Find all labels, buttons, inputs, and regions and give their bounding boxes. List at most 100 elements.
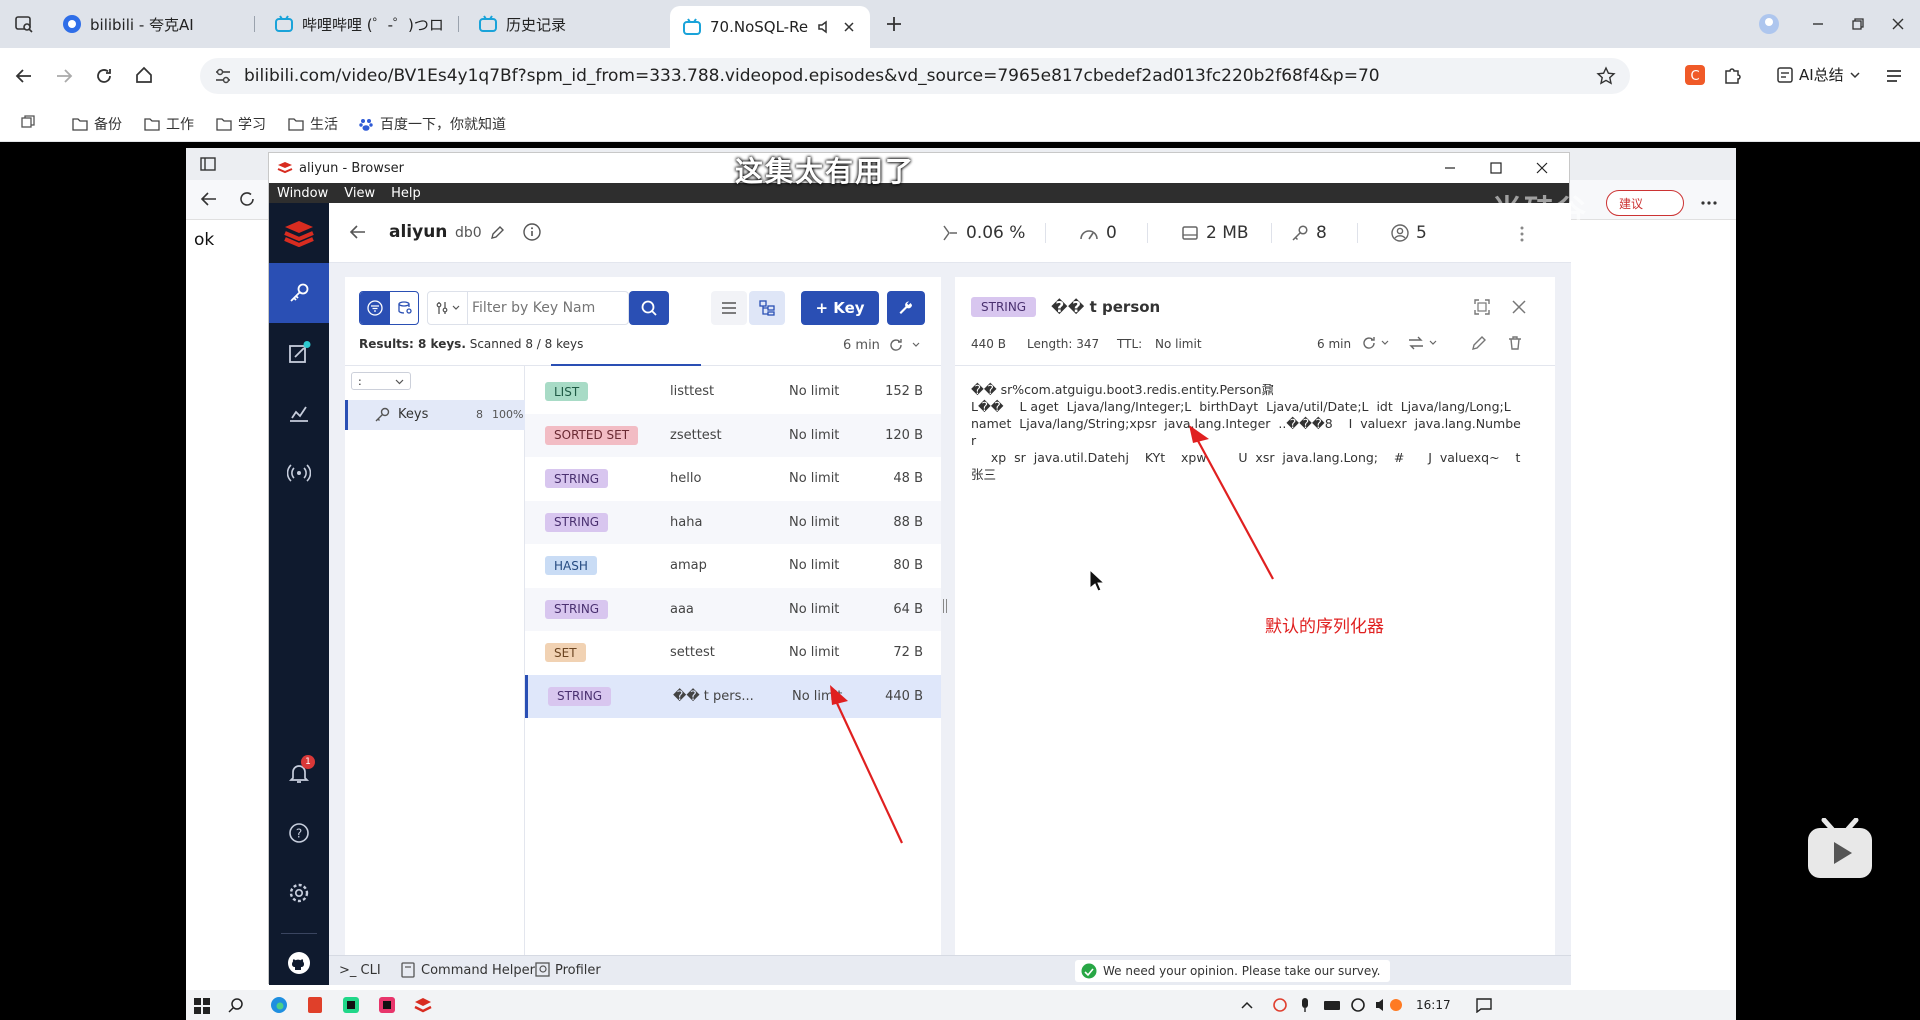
notification-center-icon[interactable] xyxy=(1476,997,1492,1013)
minimize-icon[interactable] xyxy=(1810,16,1826,32)
suggest-button[interactable]: 建议 xyxy=(1606,190,1684,216)
delimiter-select[interactable]: : xyxy=(351,372,411,390)
format-swap-icon[interactable] xyxy=(1407,335,1425,351)
bookmark-study[interactable]: 学习 xyxy=(216,114,266,134)
reload-icon[interactable] xyxy=(94,66,114,86)
back-icon[interactable] xyxy=(14,66,34,86)
chevron-down-icon[interactable] xyxy=(1429,339,1437,347)
tab-bilibili-quark[interactable]: bilibili - 夸克AI xyxy=(50,6,206,42)
close-icon[interactable] xyxy=(842,20,856,34)
menu-view[interactable]: View xyxy=(336,186,383,201)
refresh-control[interactable]: 6 min xyxy=(843,337,920,353)
pycharm-icon[interactable] xyxy=(342,996,360,1014)
tab-nosql-video[interactable]: 70.NoSQL-Re xyxy=(670,6,870,48)
tab-history[interactable]: 历史记录 xyxy=(466,6,578,42)
sidebar-analysis[interactable] xyxy=(269,383,329,443)
reload-icon[interactable] xyxy=(238,190,256,208)
profile-icon[interactable] xyxy=(1758,13,1780,35)
ri-title-bar: aliyun - Browser xyxy=(269,153,1569,183)
tree-node-keys[interactable]: Keys 8 100% xyxy=(345,400,525,430)
idea-icon[interactable] xyxy=(378,996,396,1014)
table-row[interactable]: HASH amap No limit 80 B xyxy=(525,544,941,587)
forward-icon[interactable] xyxy=(54,66,74,86)
search-icon[interactable] xyxy=(228,997,244,1013)
trash-icon[interactable] xyxy=(1507,335,1523,351)
new-tab-icon[interactable] xyxy=(884,14,904,34)
fullscreen-icon[interactable] xyxy=(1473,298,1491,316)
command-helper-button[interactable]: Command Helper xyxy=(421,963,535,978)
back-arrow-icon[interactable] xyxy=(349,223,367,241)
bookmark-life[interactable]: 生活 xyxy=(288,114,338,134)
profiler-button[interactable]: Profiler xyxy=(555,963,601,978)
sidebar-browser[interactable] xyxy=(269,263,329,323)
panel-splitter[interactable] xyxy=(943,599,947,613)
detail-key-name[interactable]: �� t person xyxy=(1051,298,1160,316)
menu-window[interactable]: Window xyxy=(269,186,336,201)
wrench-icon xyxy=(898,300,914,316)
windows-start-icon[interactable] xyxy=(194,998,210,1014)
menu-icon[interactable] xyxy=(1884,66,1904,86)
table-row[interactable]: SORTED SET zsettest No limit 120 B xyxy=(525,413,941,457)
minimize-icon[interactable] xyxy=(1443,161,1457,175)
home-icon[interactable] xyxy=(134,65,154,85)
bookmark-work[interactable]: 工作 xyxy=(144,114,194,134)
key-list-panel: + Key Results: 8 keys. Scanned 8 / 8 key… xyxy=(345,277,941,967)
redis-logo-icon[interactable] xyxy=(269,203,329,263)
bulk-actions-button[interactable] xyxy=(887,291,925,325)
tree-view-button[interactable] xyxy=(749,291,785,325)
extension-c-icon[interactable]: C xyxy=(1684,64,1706,86)
sidebar-settings[interactable] xyxy=(269,863,329,923)
sidebar-toggle-icon[interactable] xyxy=(200,156,216,172)
edge-icon[interactable] xyxy=(270,996,288,1014)
table-row[interactable]: STRING hello No limit 48 B xyxy=(525,457,941,500)
back-icon[interactable] xyxy=(200,190,218,208)
tab-search-icon[interactable] xyxy=(14,14,34,34)
close-icon[interactable] xyxy=(1535,161,1549,175)
site-settings-icon[interactable] xyxy=(214,67,232,85)
close-icon[interactable] xyxy=(1511,299,1527,315)
menu-help[interactable]: Help xyxy=(383,186,429,201)
sidebar-github[interactable] xyxy=(269,943,329,983)
url-field[interactable]: bilibili.com/video/BV1Es4y1q7Bf?spm_id_f… xyxy=(200,58,1630,94)
sidebar-pubsub[interactable] xyxy=(269,443,329,503)
maximize-icon[interactable] xyxy=(1489,161,1503,175)
filter-input[interactable] xyxy=(472,295,624,321)
puzzle-icon[interactable] xyxy=(1722,64,1744,86)
restore-icon[interactable] xyxy=(1850,16,1866,32)
table-row[interactable]: STRING aaa No limit 64 B xyxy=(525,587,941,631)
chevron-down-icon[interactable] xyxy=(1381,339,1389,347)
table-row[interactable]: LIST listtest No limit 152 B xyxy=(525,370,941,413)
detail-ttl-value[interactable]: No limit xyxy=(1155,337,1202,351)
table-row[interactable]: SET settest No limit 72 B xyxy=(525,631,941,674)
redis-insight-icon[interactable] xyxy=(414,996,432,1014)
search-mode-button[interactable] xyxy=(390,292,418,324)
filter-type-button[interactable] xyxy=(360,292,390,324)
ai-summary-button[interactable]: AI总结 xyxy=(1776,64,1861,85)
bookmark-star-icon[interactable] xyxy=(1596,66,1616,86)
tray-icons[interactable] xyxy=(1272,997,1402,1013)
cli-button[interactable]: >_ CLI xyxy=(339,963,381,978)
tray-chevron-icon[interactable] xyxy=(1240,999,1254,1011)
bookmark-baidu[interactable]: 百度一下，你就知道 xyxy=(358,114,506,134)
close-window-icon[interactable] xyxy=(1890,16,1906,32)
bookmark-backup[interactable]: 备份 xyxy=(72,114,122,134)
survey-link[interactable]: We need your opinion. Please take our su… xyxy=(1075,960,1391,982)
sidebar-workbench[interactable] xyxy=(269,323,329,383)
table-row[interactable]: STRING haha No limit 88 B xyxy=(525,500,941,544)
more-icon[interactable] xyxy=(1700,194,1718,212)
sidebar-help[interactable]: ? xyxy=(269,803,329,863)
add-key-button[interactable]: + Key xyxy=(801,291,879,325)
info-icon[interactable] xyxy=(523,223,541,241)
pencil-icon[interactable] xyxy=(490,225,505,240)
search-button[interactable] xyxy=(629,291,669,325)
tab-bilibili-home[interactable]: 哔哩哔哩 (゜-゜)つロ xyxy=(262,6,456,42)
sidebar-notifications[interactable]: 1 xyxy=(269,743,329,803)
refresh-icon[interactable] xyxy=(1361,335,1377,351)
list-view-button[interactable] xyxy=(711,291,747,325)
speaker-icon[interactable] xyxy=(816,18,834,36)
key-type-filter[interactable] xyxy=(428,292,468,324)
app-red-icon[interactable] xyxy=(306,996,324,1014)
edit-icon[interactable] xyxy=(1471,335,1487,351)
tab-overview-icon[interactable] xyxy=(20,114,36,130)
bilibili-player-icon[interactable] xyxy=(1806,818,1874,880)
